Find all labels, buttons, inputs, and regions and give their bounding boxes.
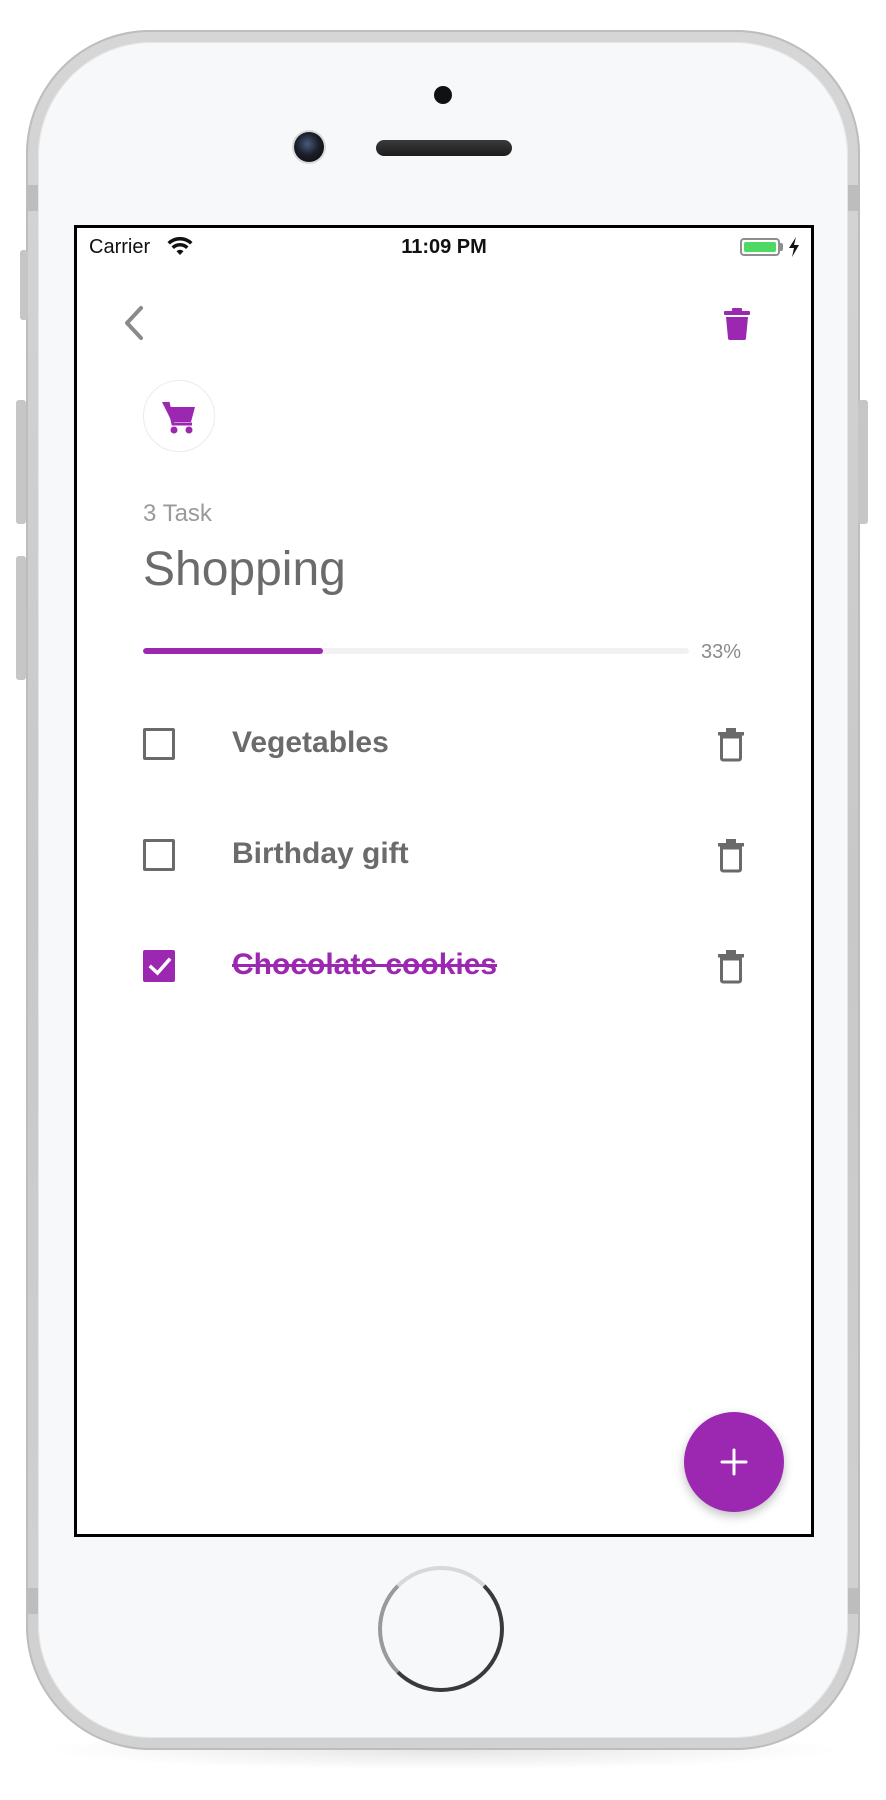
proximity-sensor [434, 86, 452, 104]
battery-icon [740, 238, 780, 256]
task-checkbox[interactable] [143, 839, 175, 871]
task-label: Vegetables [232, 726, 389, 759]
chevron-left-icon [125, 306, 143, 340]
task-checkbox[interactable] [143, 728, 175, 760]
trash-icon [724, 308, 750, 340]
plus-icon [720, 1448, 748, 1476]
task-row: Vegetables [77, 704, 811, 784]
volume-down-button [16, 556, 26, 680]
status-bar: Carrier 11:09 PM [77, 228, 811, 268]
progress-label: 33% [701, 641, 742, 663]
front-camera [294, 132, 324, 162]
back-button[interactable] [115, 298, 155, 348]
clock: 11:09 PM [401, 236, 487, 258]
device-mockup: Carrier 11:09 PM 3 Task Shopping 33% Veg… [0, 0, 886, 1800]
category-avatar [143, 380, 215, 452]
check-icon [148, 957, 172, 976]
delete-task-icon[interactable] [713, 724, 749, 764]
delete-task-icon[interactable] [713, 835, 749, 875]
battery-cap [780, 243, 783, 251]
add-task-button[interactable] [684, 1412, 784, 1512]
task-row: Birthday gift [77, 815, 811, 895]
home-button[interactable] [378, 1566, 504, 1692]
charging-bolt-icon [789, 237, 799, 257]
task-checkbox[interactable] [143, 950, 175, 982]
task-count: 3 Task [143, 500, 212, 527]
app-screen: Carrier 11:09 PM 3 Task Shopping 33% Veg… [74, 225, 814, 1537]
progress-bar-fill [143, 648, 324, 654]
page-title: Shopping [143, 543, 346, 596]
delete-list-button[interactable] [717, 298, 757, 348]
antenna-band-right-bottom [846, 1588, 860, 1614]
task-row: Chocolate cookies [77, 926, 811, 1006]
delete-task-icon[interactable] [713, 946, 749, 986]
task-label: Birthday gift [232, 837, 409, 870]
antenna-band-right-top [846, 185, 860, 211]
power-button [858, 400, 868, 524]
task-label: Chocolate cookies [232, 948, 498, 981]
shopping-cart-icon [162, 401, 195, 434]
earpiece-speaker [376, 140, 512, 156]
progress-bar [143, 648, 689, 654]
mute-switch [20, 250, 28, 320]
volume-up-button [16, 400, 26, 524]
